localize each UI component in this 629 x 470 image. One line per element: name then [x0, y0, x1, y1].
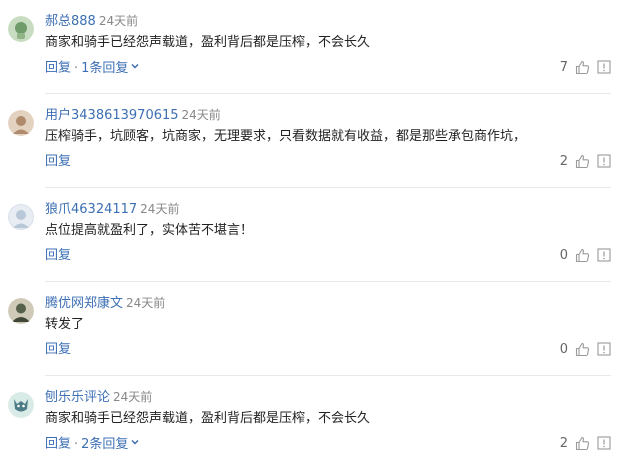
- comment-item: 狼爪46324117 24天前 点位提高就盈利了，实体苦不堪言！ 回复 0: [0, 198, 629, 282]
- comment-divider: [45, 281, 611, 282]
- replies-count-label: 2条回复: [81, 436, 129, 452]
- thumbs-up-icon[interactable]: [575, 436, 590, 451]
- username-link[interactable]: 郝总888: [45, 14, 96, 29]
- comment-divider: [45, 375, 611, 376]
- username-link[interactable]: 腾优网郑康文: [45, 296, 123, 311]
- comment-item: 郝总888 24天前 商家和骑手已经怨声载道，盈利背后都是压榨，不会长久 回复 · 1…: [0, 10, 629, 94]
- avatar[interactable]: [8, 204, 34, 230]
- thumbs-up-icon[interactable]: [575, 154, 590, 169]
- avatar[interactable]: [8, 298, 34, 324]
- like-count: 0: [559, 341, 568, 357]
- reply-separator: ·: [74, 60, 79, 76]
- comment-text: 点位提高就盈利了，实体苦不堪言！: [45, 223, 254, 238]
- chevron-down-icon: [130, 435, 140, 453]
- comment-text: 商家和骑手已经怨声载道，盈利背后都是压榨，不会长久: [45, 35, 371, 50]
- username-link[interactable]: 用户3438613970615: [45, 108, 179, 123]
- username-link[interactable]: 狼爪46324117: [45, 202, 137, 217]
- report-icon[interactable]: [597, 436, 611, 450]
- username-link[interactable]: 刨乐乐评论: [45, 390, 110, 405]
- like-count: 2: [559, 153, 568, 169]
- comment-divider: [45, 187, 611, 188]
- comment-time: 24天前: [98, 14, 139, 28]
- comment-text: 压榨骑手，坑顾客，坑商家，无理要求，只看数据就有收益，都是那些承包商作坑，: [45, 129, 527, 144]
- like-count: 0: [559, 247, 568, 263]
- avatar[interactable]: [8, 16, 34, 42]
- view-replies-link[interactable]: 2条回复: [81, 437, 140, 452]
- comment-item: 腾优网郑康文 24天前 转发了 回复 0: [0, 292, 629, 376]
- comment-text: 商家和骑手已经怨声载道，盈利背后都是压榨，不会长久: [45, 411, 371, 426]
- comment-time: 24天前: [181, 108, 221, 122]
- report-icon[interactable]: [597, 248, 611, 262]
- reply-button[interactable]: 回复: [45, 248, 71, 263]
- replies-count-label: 1条回复: [81, 60, 129, 76]
- reply-button[interactable]: 回复: [45, 437, 71, 452]
- comment-time: 24天前: [113, 390, 153, 404]
- thumbs-up-icon[interactable]: [575, 60, 590, 75]
- view-replies-link[interactable]: 1条回复: [81, 61, 140, 76]
- comment-item: 用户3438613970615 24天前 压榨骑手，坑顾客，坑商家，无理要求，只看…: [0, 104, 629, 188]
- thumbs-up-icon[interactable]: [575, 342, 590, 357]
- comment-time: 24天前: [126, 296, 166, 310]
- report-icon[interactable]: [597, 154, 611, 168]
- like-count: 7: [559, 59, 568, 75]
- comment-divider: [45, 93, 611, 94]
- reply-button[interactable]: 回复: [45, 61, 71, 76]
- report-icon[interactable]: [597, 60, 611, 74]
- comment-text: 转发了: [45, 317, 85, 332]
- reply-separator: ·: [74, 436, 79, 452]
- avatar[interactable]: [8, 392, 34, 418]
- reply-button[interactable]: 回复: [45, 342, 71, 357]
- thumbs-up-icon[interactable]: [575, 248, 590, 263]
- comment-item: 刨乐乐评论 24天前 商家和骑手已经怨声载道，盈利背后都是压榨，不会长久 回复 · 2…: [0, 386, 629, 470]
- like-count: 2: [559, 435, 568, 451]
- avatar[interactable]: [8, 110, 34, 136]
- comment-time: 24天前: [140, 202, 180, 216]
- reply-button[interactable]: 回复: [45, 154, 71, 169]
- report-icon[interactable]: [597, 342, 611, 356]
- chevron-down-icon: [130, 59, 140, 77]
